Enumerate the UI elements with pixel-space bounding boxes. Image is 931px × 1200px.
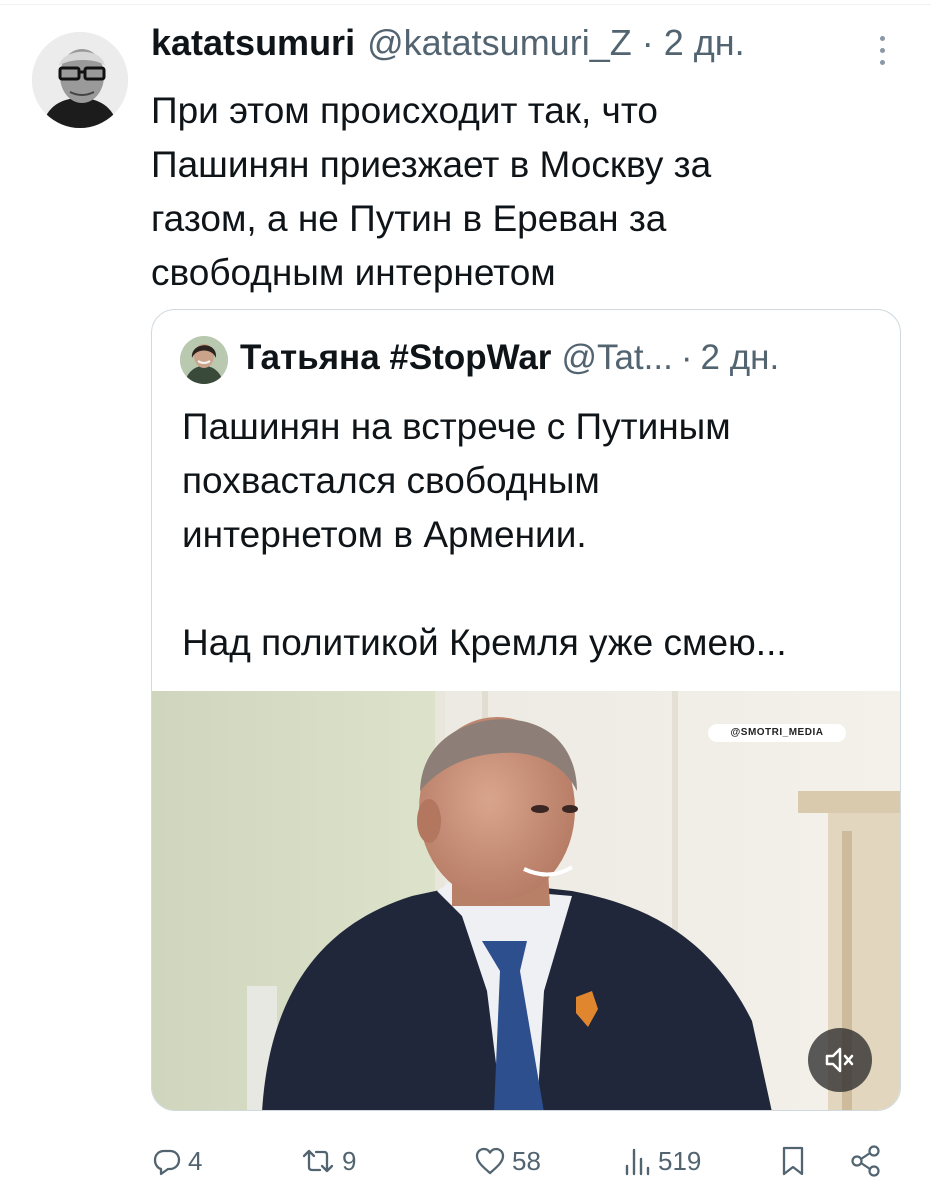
quoted-video[interactable]: @SMOTRI_MEDIA [152, 691, 900, 1110]
quoted-timestamp: 2 дн. [700, 338, 780, 377]
quoted-text-line: Над политикой Кремля уже смею... [182, 622, 787, 663]
tweet-text: При этом происходит так, что Пашинян при… [151, 84, 871, 300]
bookmark-icon [782, 1146, 804, 1176]
bookmark-button[interactable] [780, 1136, 806, 1186]
reply-icon [153, 1149, 181, 1176]
share-icon [851, 1145, 880, 1177]
author-handle[interactable]: @katatsumuri_Z [367, 22, 632, 64]
quoted-tweet-text: Пашинян на встрече с Путиным похвастался… [182, 400, 882, 670]
views-icon [625, 1148, 650, 1176]
like-count: 58 [512, 1145, 541, 1176]
quoted-text-line: похвастался свободным [182, 460, 600, 501]
tweet-header: katatsumuri @katatsumuri_Z · 2 дн. [151, 22, 745, 68]
action-bar: 4 9 58 519 [0, 1136, 931, 1186]
views-button[interactable]: 519 [622, 1136, 701, 1186]
repost-button[interactable]: 9 [300, 1136, 356, 1186]
author-avatar[interactable] [32, 32, 128, 128]
repost-icon [302, 1149, 334, 1173]
quoted-tweet-header: Татьяна #StopWar @Tat... · 2 дн. [240, 338, 779, 378]
like-button[interactable]: 58 [474, 1136, 541, 1186]
quoted-text-line: интернетом в Армении. [182, 514, 587, 555]
speaker-muted-icon [825, 1047, 854, 1073]
share-button[interactable] [848, 1136, 882, 1186]
repost-count: 9 [342, 1145, 357, 1176]
quoted-tweet-card[interactable]: Татьяна #StopWar @Tat... · 2 дн. Пашинян… [151, 309, 901, 1111]
quoted-author-name: Татьяна #StopWar [240, 338, 552, 377]
tweet-timestamp[interactable]: 2 дн. [664, 22, 745, 64]
media-watermark: @SMOTRI_MEDIA [708, 724, 846, 742]
view-count: 519 [658, 1145, 702, 1176]
mute-button[interactable] [808, 1028, 872, 1092]
quoted-author-handle: @Tat... [561, 338, 673, 377]
quoted-text-line: Пашинян на встрече с Путиным [182, 406, 731, 447]
quoted-header-separator: · [680, 338, 693, 377]
more-options-icon[interactable] [876, 36, 888, 66]
header-separator: · [641, 22, 654, 63]
tweet-text-line: При этом происходит так, что [151, 90, 658, 131]
tweet-text-line: газом, а не Путин в Ереван за [151, 198, 667, 239]
like-icon [475, 1147, 505, 1175]
author-name[interactable]: katatsumuri [151, 22, 355, 64]
reply-count: 4 [188, 1145, 203, 1176]
tweet-text-line: Пашинян приезжает в Москву за [151, 144, 712, 185]
top-divider [0, 4, 931, 5]
reply-button[interactable]: 4 [152, 1136, 202, 1186]
tweet-text-line: свободным интернетом [151, 252, 556, 293]
quoted-text-line [182, 562, 882, 616]
quoted-author-avatar [180, 336, 228, 384]
